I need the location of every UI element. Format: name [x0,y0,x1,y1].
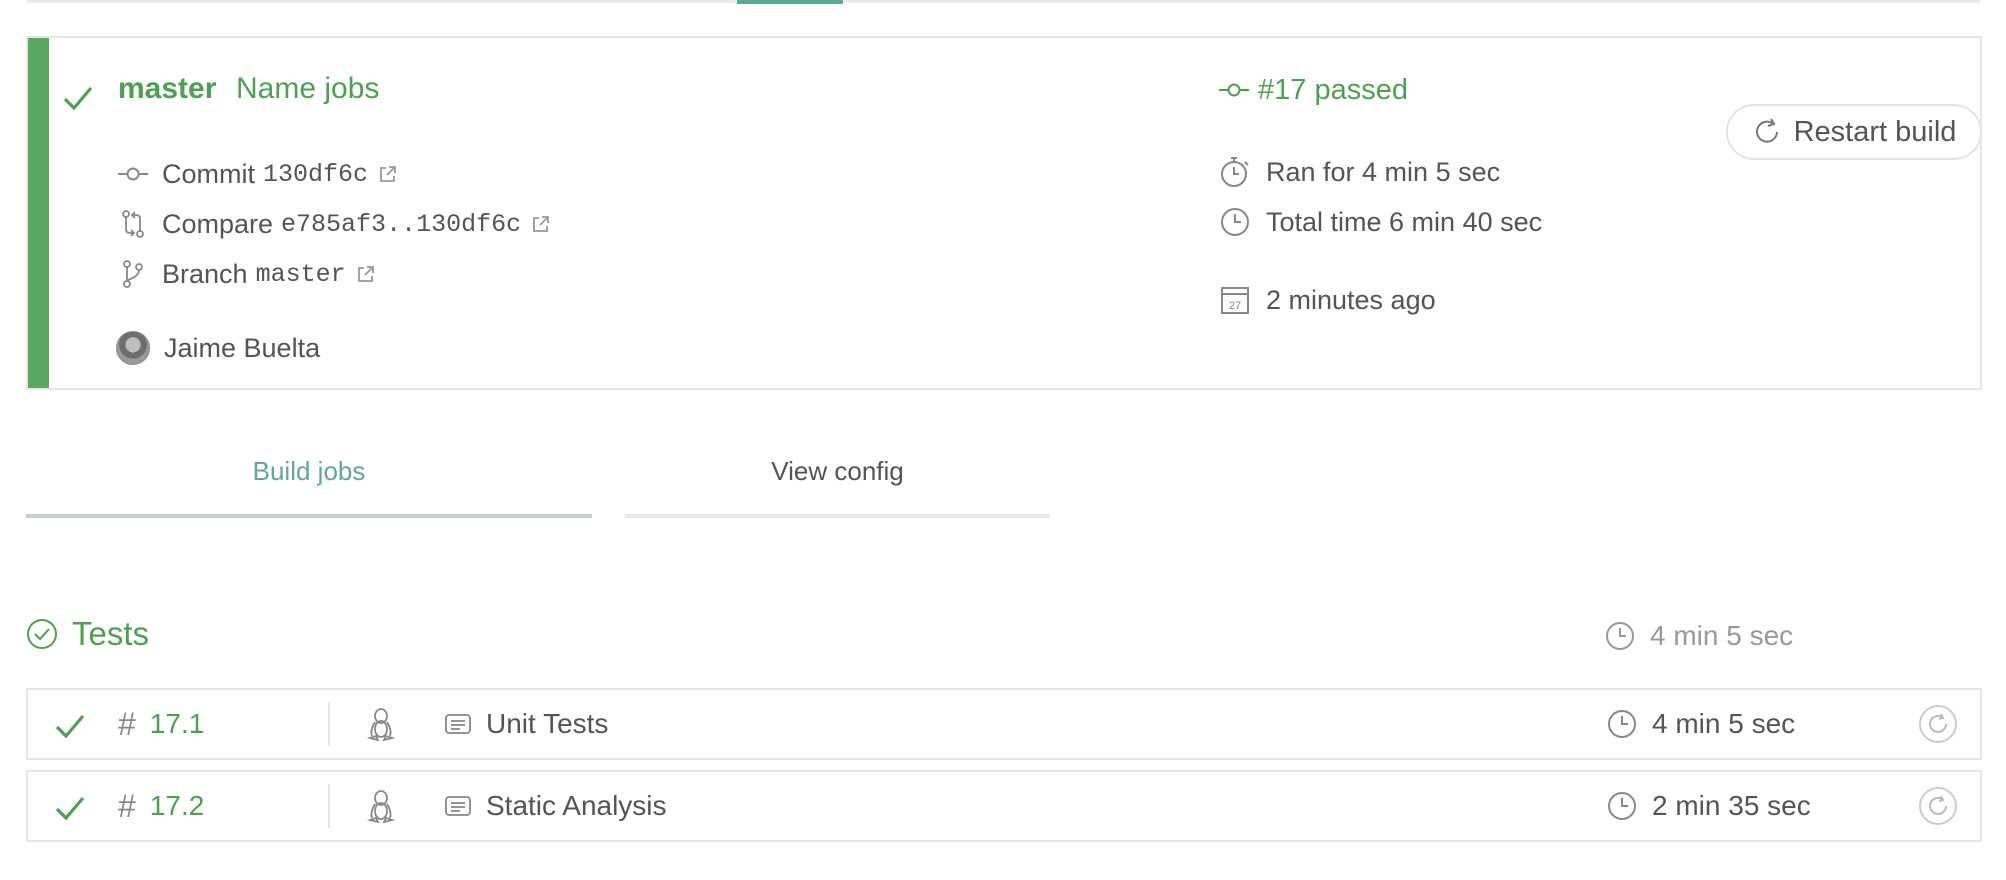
branch-icon [116,257,150,291]
clock-icon [1604,620,1636,652]
linux-icon [366,690,396,758]
commit-icon [1218,80,1250,100]
external-link-icon[interactable] [531,214,551,234]
external-link-icon[interactable] [356,264,376,284]
restart-build-button[interactable]: Restart build [1726,104,1982,160]
compare-label: Compare [162,208,274,239]
job-number-text: 17.2 [149,790,205,821]
job-duration: 4 min 5 sec [1606,690,1795,758]
hash-icon: # [118,787,136,824]
stage-duration: 4 min 5 sec [1604,616,1793,656]
passed-check-icon [54,712,86,740]
clock-icon [1606,790,1638,822]
finished-row: 27 2 minutes ago [1218,280,1436,320]
job-row[interactable]: # 17.2 Static Analysis 2 min 35 sec [26,770,1982,842]
top-tab-rule [26,0,1980,3]
job-name: Static Analysis [444,772,667,840]
restart-build-label: Restart build [1793,115,1957,148]
author-name: Jaime Buelta [164,332,321,363]
compare-row: Compare e785af3..130df6c [116,204,551,244]
restart-job-icon[interactable] [1918,772,1958,840]
restart-icon [1752,117,1782,147]
linux-icon [366,772,396,840]
stage-header: Tests [26,612,149,656]
compare-icon [116,207,150,241]
finished-text: 2 minutes ago [1266,284,1436,315]
build-summary-card: master Name jobs Commit 130df6c Compare … [26,36,1982,390]
job-duration-text: 4 min 5 sec [1652,708,1796,739]
status-color-bar [28,38,49,388]
calendar-day: 27 [1229,300,1241,312]
branch-title-link[interactable]: master [118,72,216,106]
clock-icon [1218,205,1252,239]
ran-for-text: Ran for 4 min 5 sec [1266,156,1501,187]
clock-icon [1606,708,1638,740]
job-name-text: Static Analysis [486,790,667,821]
branch-row: Branch master [116,254,376,294]
tab-build-jobs[interactable]: Build jobs [26,456,592,518]
job-env-icon [444,713,472,735]
branch-label: Branch [162,258,248,289]
commit-label: Commit [162,158,255,189]
stage-duration-text: 4 min 5 sec [1650,620,1794,651]
job-number: # 17.1 [118,690,204,758]
calendar-icon: 27 [1218,283,1252,317]
compare-range-link[interactable]: e785af3..130df6c [281,210,521,239]
divider [328,784,330,828]
job-number-text: 17.1 [149,708,205,739]
branch-name-link[interactable]: master [256,260,346,289]
total-time-text: Total time 6 min 40 sec [1266,206,1543,237]
job-duration: 2 min 35 sec [1606,772,1811,840]
stage-name: Tests [72,615,150,652]
author-row: Jaime Buelta [116,328,320,368]
circle-check-icon [26,618,58,650]
job-row[interactable]: # 17.1 Unit Tests 4 min 5 sec [26,688,1982,760]
build-status-text: #17 passed [1258,73,1408,106]
restart-job-icon[interactable] [1918,690,1958,758]
job-number: # 17.2 [118,772,204,840]
job-name: Unit Tests [444,690,608,758]
commit-message-link[interactable]: Name jobs [236,72,379,106]
ran-for-row: Ran for 4 min 5 sec [1218,152,1500,192]
total-time-row: Total time 6 min 40 sec [1218,202,1542,242]
top-tab-active-indicator [737,0,843,4]
commit-icon [116,157,150,191]
job-name-text: Unit Tests [486,708,609,739]
avatar [116,331,150,365]
job-env-icon [444,795,472,817]
job-duration-text: 2 min 35 sec [1652,790,1811,821]
commit-row: Commit 130df6c [116,154,398,194]
stopwatch-icon [1218,155,1252,189]
build-status[interactable]: #17 passed [1218,70,1408,110]
hash-icon: # [118,705,136,742]
commit-sha-link[interactable]: 130df6c [263,160,368,189]
divider [328,702,330,746]
tab-view-config[interactable]: View config [625,456,1050,518]
passed-check-icon [54,794,86,822]
external-link-icon[interactable] [378,164,398,184]
passed-check-icon [62,84,94,112]
